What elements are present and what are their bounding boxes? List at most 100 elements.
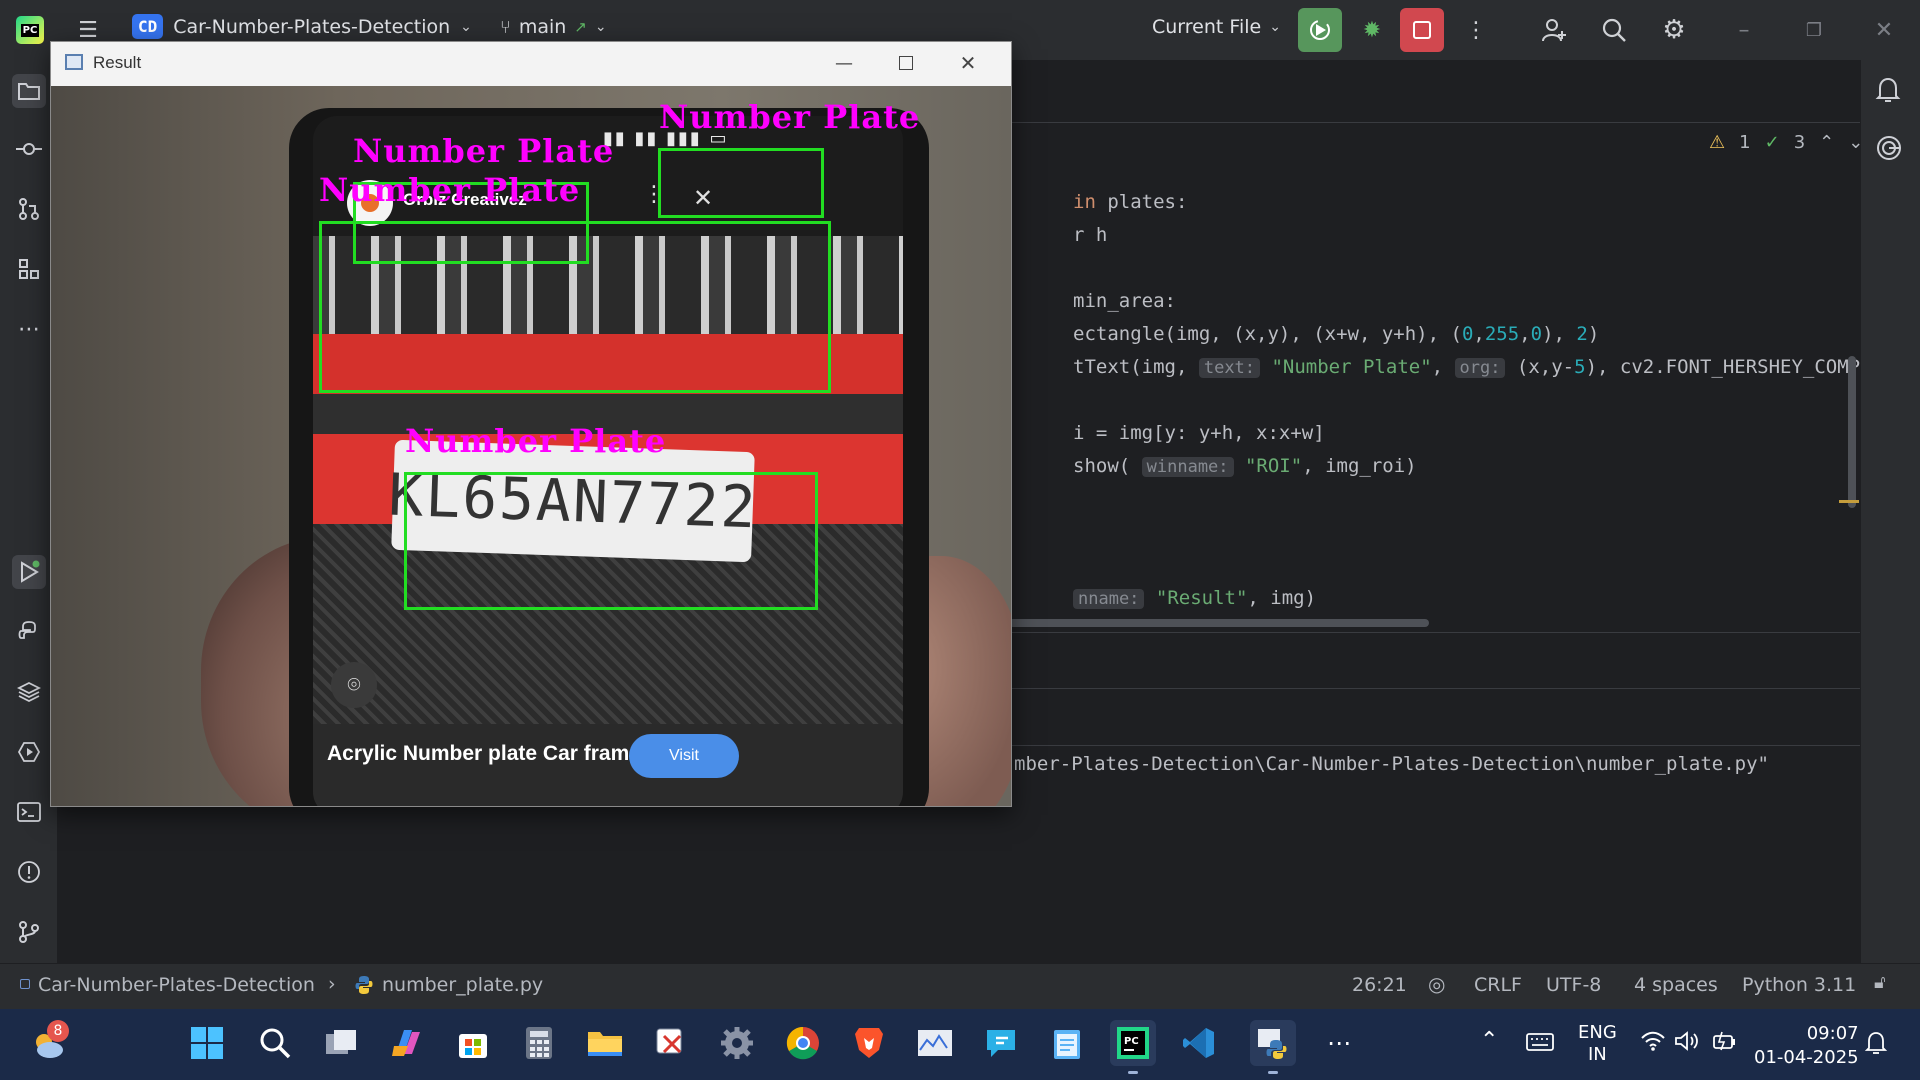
file-encoding[interactable]: UTF-8: [1546, 974, 1601, 996]
breadcrumb-project[interactable]: Car-Number-Plates-Detection: [38, 974, 315, 996]
vertical-scrollbar[interactable]: [1848, 356, 1856, 508]
pycharm-logo-icon[interactable]: PC: [16, 16, 44, 44]
copilot-icon[interactable]: [384, 1020, 430, 1066]
python-console-icon[interactable]: [12, 615, 46, 649]
feedback-hub-icon[interactable]: [978, 1020, 1024, 1066]
code-line[interactable]: in plates:: [1073, 191, 1187, 213]
task-view-icon[interactable]: [318, 1020, 364, 1066]
close-window-icon[interactable]: ✕: [1866, 12, 1902, 48]
unlock-icon[interactable]: 🔓︎: [1874, 972, 1886, 993]
notification-bell-icon[interactable]: [1864, 1030, 1888, 1060]
debug-icon[interactable]: ✹: [1354, 12, 1390, 48]
branch-selector[interactable]: ⑂ main ↗ ⌄: [500, 16, 607, 38]
result-window-titlebar[interactable]: Result — ✕: [51, 42, 1011, 86]
python-file-icon: [354, 975, 374, 1000]
structure-icon[interactable]: [12, 252, 46, 286]
code-token: ),: [1542, 323, 1577, 345]
chevron-down-icon: ⌄: [460, 18, 472, 35]
add-user-icon[interactable]: [1536, 12, 1572, 48]
ad-visit-label: Visit: [669, 747, 699, 764]
search-icon[interactable]: [252, 1020, 298, 1066]
stop-button[interactable]: [1400, 8, 1444, 52]
code-line[interactable]: i = img[y: y+h, x:x+w]: [1073, 422, 1325, 444]
code-line[interactable]: nname: "Result", img): [1073, 587, 1316, 609]
run-config-selector[interactable]: Current File ⌄: [1152, 16, 1281, 38]
horizontal-scrollbar[interactable]: [1009, 619, 1429, 627]
code-line[interactable]: ectangle(img, (x,y), (x+w, y+h), (0,255,…: [1073, 323, 1599, 345]
commit-icon[interactable]: [12, 132, 46, 166]
notifications-bell-icon[interactable]: [1875, 76, 1901, 110]
more-actions-icon[interactable]: ⋮: [1462, 12, 1490, 48]
indentation[interactable]: 4 spaces: [1634, 974, 1718, 996]
code-line[interactable]: r h: [1073, 224, 1107, 246]
more-tool-windows-icon[interactable]: ⋯: [12, 312, 46, 346]
task-manager-icon[interactable]: [912, 1020, 958, 1066]
project-folder-icon[interactable]: [12, 74, 46, 108]
search-icon[interactable]: [1596, 12, 1632, 48]
minimize-window-icon[interactable]: –: [1726, 12, 1762, 48]
minimize-button[interactable]: —: [827, 48, 861, 78]
wifi-icon[interactable]: [1640, 1030, 1666, 1056]
chevron-down-icon: ⌄: [594, 19, 607, 35]
windows-start-icon[interactable]: [184, 1020, 230, 1066]
code-token: i = img[y: y+h, x:x+w]: [1073, 422, 1325, 444]
detection-label: Number Plate: [353, 132, 615, 170]
run-tool-window-icon[interactable]: [12, 555, 46, 589]
python-interpreter[interactable]: Python 3.11: [1742, 974, 1856, 996]
line-separator[interactable]: CRLF: [1474, 974, 1522, 996]
rerun-button[interactable]: [1298, 8, 1342, 52]
code-token: plates:: [1095, 191, 1188, 213]
code-token: ,: [1473, 323, 1485, 345]
project-badge: CD: [132, 14, 164, 39]
pycharm-taskbar-icon[interactable]: PC: [1110, 1020, 1156, 1066]
brave-browser-icon[interactable]: [846, 1020, 892, 1066]
calculator-icon[interactable]: [516, 1020, 562, 1066]
result-window-title: Result: [93, 53, 142, 72]
vscode-icon[interactable]: [1176, 1020, 1222, 1066]
chrome-icon[interactable]: [780, 1020, 826, 1066]
services-icon[interactable]: [12, 735, 46, 769]
project-selector[interactable]: CD Car-Number-Plates-Detection ⌄: [132, 14, 472, 39]
restore-window-icon[interactable]: ❐: [1796, 12, 1832, 48]
git-icon[interactable]: [12, 915, 46, 949]
python-taskbar-icon[interactable]: [1250, 1020, 1296, 1066]
problems-icon[interactable]: [12, 855, 46, 889]
volume-icon[interactable]: [1674, 1030, 1702, 1056]
settings-gear-icon[interactable]: ⚙: [1656, 12, 1692, 48]
run-command-path: mber-Plates-Detection\Car-Number-Plates-…: [1014, 753, 1769, 775]
running-indicator: [1268, 1071, 1278, 1074]
microsoft-store-icon[interactable]: [450, 1020, 496, 1066]
code-token: in: [1073, 191, 1096, 213]
battery-icon[interactable]: [1712, 1030, 1738, 1056]
language-indicator[interactable]: ENG IN: [1578, 1022, 1617, 1066]
layers-icon[interactable]: [12, 675, 46, 709]
warning-icon: ⚠: [1709, 132, 1726, 153]
caret-position[interactable]: 26:21: [1352, 974, 1407, 996]
rerun-icon: [1310, 20, 1330, 40]
code-token: ,: [1431, 356, 1455, 378]
ai-status-icon[interactable]: ◎: [1428, 972, 1445, 996]
keyboard-icon[interactable]: [1526, 1032, 1554, 1056]
detection-label: Number Plate: [319, 171, 581, 209]
code-line[interactable]: min_area:: [1073, 290, 1176, 312]
close-button[interactable]: ✕: [951, 48, 985, 78]
ai-assistant-icon[interactable]: [1875, 134, 1903, 168]
more-apps-icon[interactable]: ⋯: [1316, 1020, 1362, 1066]
code-line[interactable]: show( winname: "ROI", img_roi): [1073, 455, 1417, 477]
chevron-up-icon[interactable]: ⌃: [1480, 1028, 1498, 1053]
file-explorer-icon[interactable]: [582, 1020, 628, 1066]
pull-requests-icon[interactable]: [12, 192, 46, 226]
settings-gear-icon[interactable]: [714, 1020, 760, 1066]
maximize-button[interactable]: [889, 48, 923, 78]
detection-label: Number Plate: [659, 98, 921, 136]
system-clock[interactable]: 09:07 01-04-2025: [1754, 1022, 1859, 1070]
result-window[interactable]: Result — ✕ KL65AN7722 Orbiz Creativez ⋮ …: [50, 41, 1012, 807]
running-indicator: [1128, 1071, 1138, 1074]
snipping-tool-icon[interactable]: [648, 1020, 694, 1066]
breadcrumb-file[interactable]: number_plate.py: [382, 974, 543, 996]
inspection-widget[interactable]: ⚠ 1 ✓ 3 ⌃ ⌄: [1709, 132, 1863, 153]
notepad-icon[interactable]: [1044, 1020, 1090, 1066]
code-line[interactable]: tText(img, text: "Number Plate", org: (x…: [1073, 356, 1906, 378]
terminal-icon[interactable]: [12, 795, 46, 829]
